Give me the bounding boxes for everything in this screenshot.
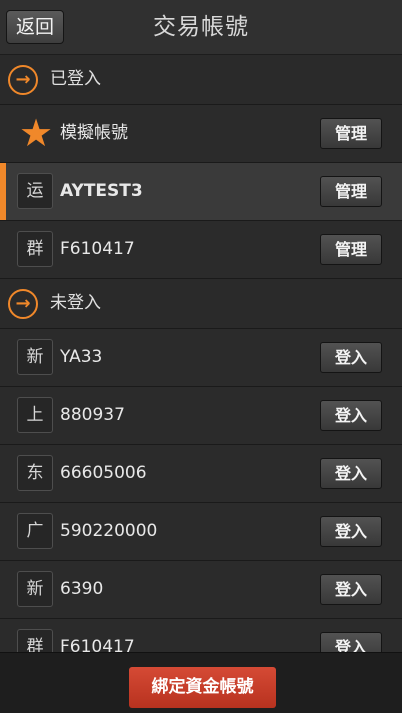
section-label: 已登入 [50, 69, 101, 89]
account-name: 6390 [60, 579, 104, 599]
account-name: YA33 [60, 347, 103, 367]
login-button[interactable]: 登入 [320, 342, 382, 373]
section-not-logged-in: → 未登入 [0, 279, 402, 329]
star-icon: ★ [18, 111, 54, 155]
account-name: AYTEST3 [60, 181, 143, 201]
section-label: 未登入 [50, 293, 101, 313]
section-logged-in: → 已登入 [0, 55, 402, 105]
arrow-circle-right-icon: → [8, 65, 38, 95]
account-name: F610417 [60, 239, 135, 259]
account-row[interactable]: 东 66605006 登入 [0, 445, 402, 503]
account-row[interactable]: 上 880937 登入 [0, 387, 402, 445]
account-name: 880937 [60, 405, 125, 425]
account-row[interactable]: 新 6390 登入 [0, 561, 402, 619]
header-bar: 返回 交易帳號 [0, 0, 402, 55]
broker-badge: 群 [17, 231, 53, 267]
broker-badge: 运 [17, 173, 53, 209]
account-list: → 已登入 ★ 模擬帳號 管理 运 AYTEST3 管理 群 F610417 管… [0, 55, 402, 677]
account-row-selected[interactable]: 运 AYTEST3 管理 [0, 163, 402, 221]
account-row[interactable]: 广 590220000 登入 [0, 503, 402, 561]
footer-bar: 綁定資金帳號 [0, 652, 402, 713]
login-button[interactable]: 登入 [320, 400, 382, 431]
account-row[interactable]: 新 YA33 登入 [0, 329, 402, 387]
account-name: 66605006 [60, 463, 147, 483]
broker-badge: 新 [17, 571, 53, 607]
login-button[interactable]: 登入 [320, 458, 382, 489]
login-button[interactable]: 登入 [320, 574, 382, 605]
broker-badge: 新 [17, 339, 53, 375]
account-name: 模擬帳號 [60, 123, 128, 143]
account-row-simulated[interactable]: ★ 模擬帳號 管理 [0, 105, 402, 163]
page-title: 交易帳號 [153, 14, 249, 40]
login-button[interactable]: 登入 [320, 516, 382, 547]
account-row[interactable]: 群 F610417 管理 [0, 221, 402, 279]
manage-button[interactable]: 管理 [320, 176, 382, 207]
broker-badge: 东 [17, 455, 53, 491]
account-name: 590220000 [60, 521, 158, 541]
arrow-circle-right-icon: → [8, 289, 38, 319]
bind-account-button[interactable]: 綁定資金帳號 [129, 667, 276, 708]
broker-badge: 上 [17, 397, 53, 433]
broker-badge: 广 [17, 513, 53, 549]
manage-button[interactable]: 管理 [320, 234, 382, 265]
manage-button[interactable]: 管理 [320, 118, 382, 149]
